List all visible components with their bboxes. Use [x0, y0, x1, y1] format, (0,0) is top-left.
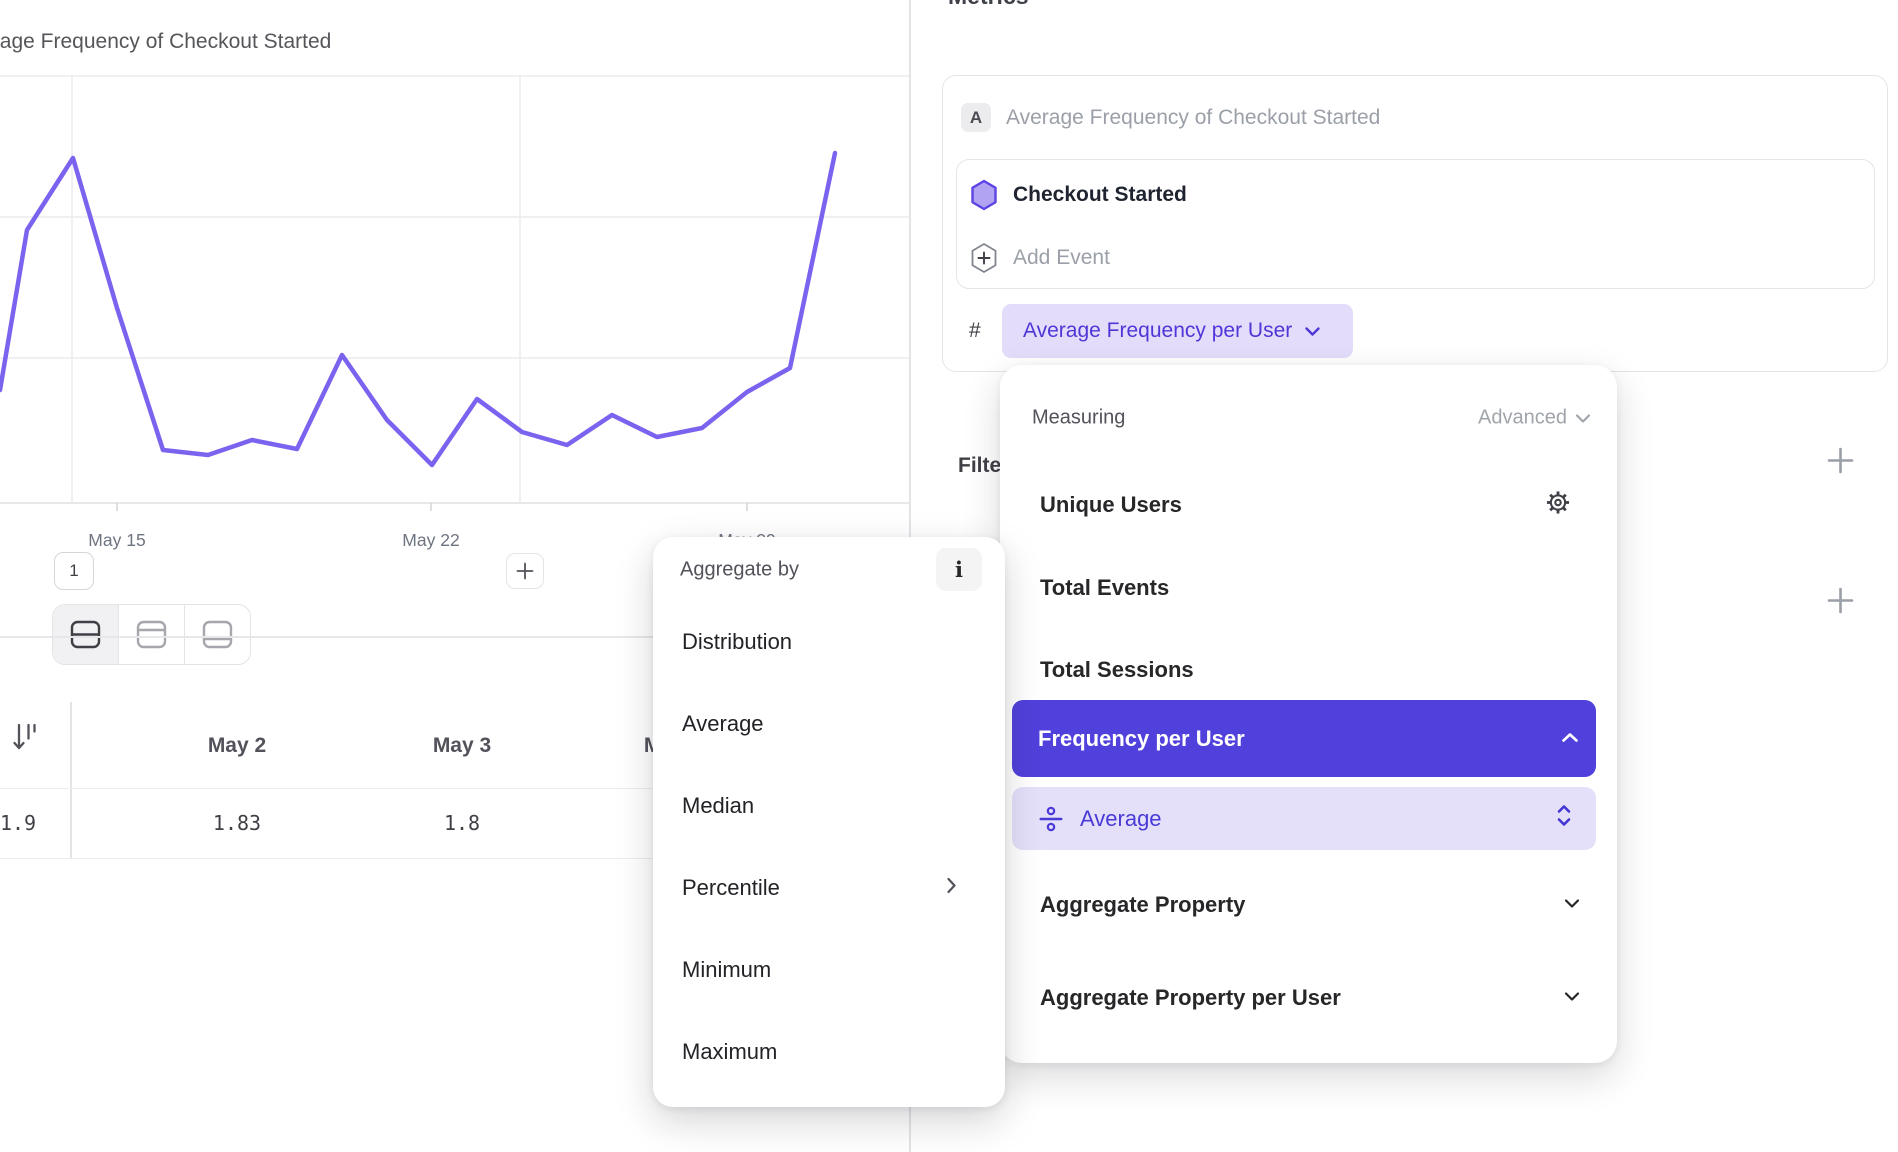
add-breakdown-button[interactable] [1827, 587, 1854, 619]
numeric-measure-icon: # [969, 319, 981, 343]
layout-top-icon [136, 620, 167, 649]
chevron-down-icon [1575, 413, 1591, 423]
advanced-mode-label: Advanced [1478, 407, 1567, 430]
layout-toggle-chart[interactable] [119, 605, 185, 664]
measuring-dropdown-panel: Measuring Advanced Unique Users Total Ev… [1000, 365, 1617, 1063]
aggregate-by-label: Aggregate by [680, 559, 799, 582]
up-down-chevrons-icon [1556, 804, 1572, 833]
table-header-cell[interactable]: May 2 [208, 734, 266, 758]
menu-item-average-sub-option[interactable]: Average [1012, 787, 1596, 850]
event-name[interactable]: Checkout Started [1013, 183, 1187, 207]
advanced-mode-toggle[interactable]: Advanced [1478, 407, 1591, 430]
menu-item-percentile[interactable]: Percentile [682, 875, 780, 901]
event-list-box: Checkout Started Add Event [956, 159, 1875, 289]
add-event-hexagon-icon [970, 242, 998, 279]
layout-toggle-table[interactable] [185, 605, 250, 664]
divide-icon [1038, 806, 1064, 832]
menu-item-total-sessions[interactable]: Total Sessions [1040, 657, 1194, 683]
layout-toggle-group [52, 604, 251, 665]
chevron-up-icon [1561, 730, 1579, 748]
frequency-line[interactable] [0, 153, 835, 465]
table-cell-value: 1.83 [213, 811, 261, 835]
measurement-dropdown[interactable]: Average Frequency per User [1002, 304, 1353, 358]
plus-icon [1827, 587, 1854, 614]
sub-option-label: Average [1080, 806, 1162, 832]
metric-builder-card: A Average Frequency of Checkout Started … [942, 75, 1888, 372]
chevron-down-icon[interactable] [1564, 989, 1581, 1007]
chevron-down-icon [1304, 326, 1321, 337]
menu-item-median[interactable]: Median [682, 793, 754, 819]
menu-item-average[interactable]: Average [682, 711, 764, 737]
measurement-dropdown-label: Average Frequency per User [1023, 319, 1292, 343]
layout-split-icon [70, 620, 101, 649]
x-tick-label: May 22 [402, 530, 459, 551]
table-cell-value: 1.8 [444, 811, 480, 835]
measuring-label: Measuring [1032, 407, 1125, 430]
menu-item-maximum[interactable]: Maximum [682, 1039, 777, 1065]
add-button[interactable] [506, 553, 544, 589]
sort-button[interactable] [12, 722, 39, 758]
metric-title[interactable]: Average Frequency of Checkout Started [1006, 106, 1380, 130]
aggregate-by-flyout-menu: Aggregate by i Distribution Average Medi… [653, 537, 1005, 1107]
chevron-down-icon[interactable] [1564, 896, 1581, 914]
metric-letter-badge: A [961, 103, 991, 132]
chevron-right-icon [946, 877, 957, 900]
frequency-line-chart [0, 0, 910, 560]
table-column-divider [70, 702, 72, 858]
menu-item-aggregate-property[interactable]: Aggregate Property [1040, 892, 1245, 918]
sort-descending-icon [12, 722, 39, 753]
menu-item-frequency-per-user-selected[interactable]: Frequency per User [1012, 700, 1596, 777]
plus-icon [1827, 447, 1854, 474]
table-cell-value: 1.9 [0, 811, 36, 835]
add-event-button[interactable]: Add Event [1013, 246, 1110, 270]
menu-item-distribution[interactable]: Distribution [682, 629, 792, 655]
series-count-badge[interactable]: 1 [54, 552, 94, 590]
analytics-insights-screen: Average Frequency of Checkout Started Ma… [0, 0, 1898, 1152]
x-tick-label: May 15 [88, 530, 145, 551]
table-header-cell[interactable]: May 3 [433, 734, 491, 758]
add-filter-button[interactable] [1827, 447, 1854, 479]
layout-bottom-icon [202, 620, 233, 649]
plus-icon [516, 562, 534, 580]
menu-item-unique-users[interactable]: Unique Users [1040, 492, 1182, 518]
gear-icon[interactable] [1545, 490, 1571, 521]
menu-item-aggregate-property-per-user[interactable]: Aggregate Property per User [1040, 985, 1341, 1011]
layout-toggle-split[interactable] [53, 605, 119, 664]
menu-item-minimum[interactable]: Minimum [682, 957, 771, 983]
metrics-section-heading: Metrics [948, 0, 1029, 10]
hexagon-icon [970, 179, 998, 216]
info-icon[interactable]: i [936, 548, 982, 591]
selected-option-label: Frequency per User [1038, 726, 1245, 752]
menu-item-total-events[interactable]: Total Events [1040, 575, 1169, 601]
